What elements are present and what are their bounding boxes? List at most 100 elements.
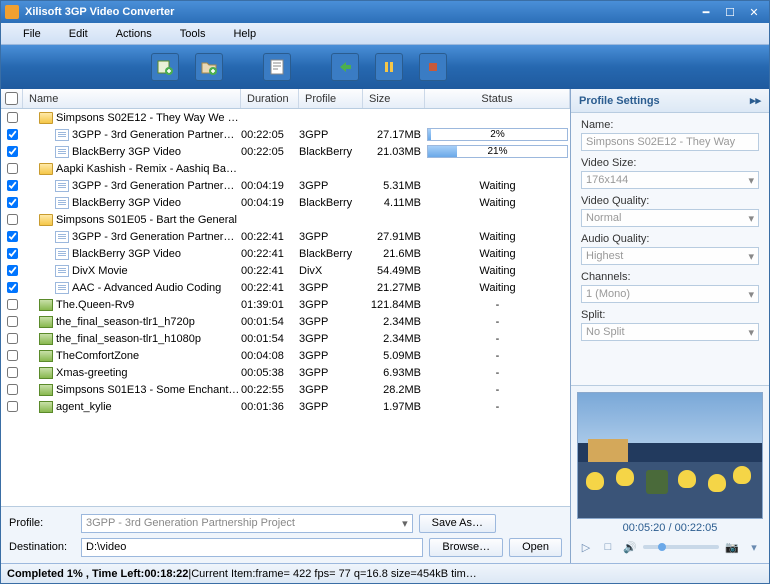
column-duration[interactable]: Duration: [241, 89, 299, 108]
table-row[interactable]: Simpsons S02E12 - They Way We …: [1, 109, 570, 126]
side-header[interactable]: Profile Settings ▸▸: [571, 89, 769, 113]
menu-file[interactable]: File: [9, 25, 55, 43]
menu-actions[interactable]: Actions: [102, 25, 166, 43]
row-checkbox[interactable]: [7, 248, 18, 259]
row-checkbox[interactable]: [7, 333, 18, 344]
table-row[interactable]: BlackBerry 3GP Video00:22:41BlackBerry21…: [1, 245, 570, 262]
table-row[interactable]: TheComfortZone00:04:083GPP5.09MB-: [1, 347, 570, 364]
grid-body[interactable]: Simpsons S02E12 - They Way We …3GPP - 3r…: [1, 109, 570, 506]
split-label: Split:: [581, 309, 759, 321]
row-checkbox[interactable]: [7, 282, 18, 293]
menu-help[interactable]: Help: [219, 25, 270, 43]
table-row[interactable]: BlackBerry 3GP Video00:04:19BlackBerry4.…: [1, 194, 570, 211]
split-select[interactable]: No Split: [581, 323, 759, 341]
stop-icon[interactable]: □: [599, 539, 617, 555]
menubar: File Edit Actions Tools Help: [1, 23, 769, 45]
row-checkbox[interactable]: [7, 129, 18, 140]
table-row[interactable]: agent_kylie00:01:363GPP1.97MB-: [1, 398, 570, 415]
destination-input[interactable]: D:\video: [81, 538, 423, 557]
profile-button[interactable]: [263, 53, 291, 81]
row-checkbox[interactable]: [7, 384, 18, 395]
row-profile: 3GPP: [299, 381, 363, 398]
stop-button[interactable]: [419, 53, 447, 81]
table-row[interactable]: DivX Movie00:22:41DivX54.49MBWaiting: [1, 262, 570, 279]
table-row[interactable]: Simpsons S01E13 - Some Enchant…00:22:553…: [1, 381, 570, 398]
column-size[interactable]: Size: [363, 89, 425, 108]
close-button[interactable]: ✕: [743, 4, 765, 20]
row-name: DivX Movie: [72, 265, 128, 277]
save-as-button[interactable]: Save As…: [419, 514, 496, 533]
row-checkbox[interactable]: [7, 163, 18, 174]
channels-select[interactable]: 1 (Mono): [581, 285, 759, 303]
table-row[interactable]: the_final_season-tlr1_h1080p00:01:543GPP…: [1, 330, 570, 347]
column-status[interactable]: Status: [425, 89, 570, 108]
row-size: 21.6MB: [363, 245, 425, 262]
add-file-button[interactable]: [151, 53, 179, 81]
minimize-button[interactable]: ━: [695, 4, 717, 20]
maximize-button[interactable]: ☐: [719, 4, 741, 20]
pause-button[interactable]: [375, 53, 403, 81]
column-checkbox[interactable]: [1, 89, 23, 108]
play-icon[interactable]: ▷: [577, 539, 595, 555]
table-row[interactable]: The.Queen-Rv901:39:013GPP121.84MB-: [1, 296, 570, 313]
row-checkbox[interactable]: [7, 316, 18, 327]
audioquality-label: Audio Quality:: [581, 233, 759, 245]
table-row[interactable]: AAC - Advanced Audio Coding00:22:413GPP2…: [1, 279, 570, 296]
titlebar[interactable]: Xilisoft 3GP Video Converter ━ ☐ ✕: [1, 1, 769, 23]
table-row[interactable]: 3GPP - 3rd Generation Partner…00:22:053G…: [1, 126, 570, 143]
collapse-icon[interactable]: ▸▸: [750, 94, 761, 107]
row-checkbox[interactable]: [7, 367, 18, 378]
videoquality-select[interactable]: Normal: [581, 209, 759, 227]
grid-header: Name Duration Profile Size Status: [1, 89, 570, 109]
select-all-checkbox[interactable]: [5, 92, 18, 105]
table-row[interactable]: Aapki Kashish - Remix - Aashiq Ba…: [1, 160, 570, 177]
row-checkbox[interactable]: [7, 401, 18, 412]
row-checkbox[interactable]: [7, 197, 18, 208]
name-input[interactable]: Simpsons S02E12 - They Way: [581, 133, 759, 151]
row-name: the_final_season-tlr1_h1080p: [56, 333, 201, 345]
row-size: 28.2MB: [363, 381, 425, 398]
row-status: -: [425, 313, 570, 330]
column-profile[interactable]: Profile: [299, 89, 363, 108]
snapshot-icon[interactable]: 📷: [723, 539, 741, 555]
row-status: [425, 211, 570, 228]
row-checkbox[interactable]: [7, 146, 18, 157]
table-row[interactable]: the_final_season-tlr1_h720p00:01:543GPP2…: [1, 313, 570, 330]
volume-icon[interactable]: 🔊: [621, 539, 639, 555]
audioquality-select[interactable]: Highest: [581, 247, 759, 265]
row-checkbox[interactable]: [7, 214, 18, 225]
browse-button[interactable]: Browse…: [429, 538, 503, 557]
open-button[interactable]: Open: [509, 538, 562, 557]
row-duration: 01:39:01: [241, 296, 299, 313]
row-checkbox[interactable]: [7, 350, 18, 361]
menu-edit[interactable]: Edit: [55, 25, 102, 43]
profile-select[interactable]: 3GPP - 3rd Generation Partnership Projec…: [81, 514, 413, 533]
window-title: Xilisoft 3GP Video Converter: [25, 6, 693, 18]
row-name: the_final_season-tlr1_h720p: [56, 316, 195, 328]
table-row[interactable]: BlackBerry 3GP Video00:22:05BlackBerry21…: [1, 143, 570, 160]
add-folder-button[interactable]: [195, 53, 223, 81]
row-checkbox[interactable]: [7, 265, 18, 276]
seek-slider[interactable]: [643, 545, 719, 549]
videosize-select[interactable]: 176x144: [581, 171, 759, 189]
preview-image[interactable]: [577, 392, 763, 519]
table-row[interactable]: Xmas-greeting00:05:383GPP6.93MB-: [1, 364, 570, 381]
table-row[interactable]: 3GPP - 3rd Generation Partner…00:22:413G…: [1, 228, 570, 245]
convert-button[interactable]: [331, 53, 359, 81]
dropdown-icon[interactable]: ▾: [745, 539, 763, 555]
table-row[interactable]: Simpsons S01E05 - Bart the General: [1, 211, 570, 228]
row-status: Waiting: [425, 262, 570, 279]
column-name[interactable]: Name: [23, 89, 241, 108]
video-icon: [39, 350, 53, 362]
row-checkbox[interactable]: [7, 112, 18, 123]
row-checkbox[interactable]: [7, 180, 18, 191]
row-status: 21%: [425, 143, 570, 160]
row-profile: 3GPP: [299, 296, 363, 313]
videosize-label: Video Size:: [581, 157, 759, 169]
menu-tools[interactable]: Tools: [166, 25, 220, 43]
table-row[interactable]: 3GPP - 3rd Generation Partner…00:04:193G…: [1, 177, 570, 194]
row-checkbox[interactable]: [7, 231, 18, 242]
row-duration: 00:22:05: [241, 126, 299, 143]
row-duration: 00:05:38: [241, 364, 299, 381]
row-checkbox[interactable]: [7, 299, 18, 310]
